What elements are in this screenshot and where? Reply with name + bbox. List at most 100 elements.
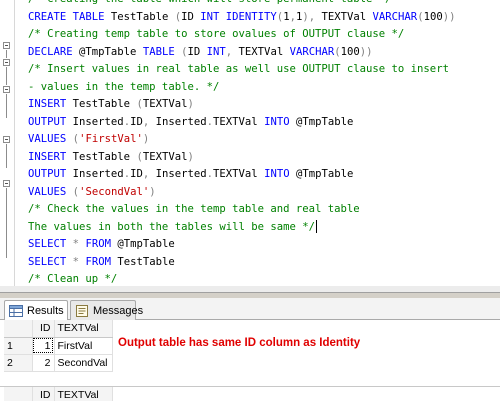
tab-messages[interactable]: Messages <box>70 300 143 320</box>
code-token: TEXTVal <box>213 115 265 128</box>
column-header[interactable]: ID <box>32 320 55 338</box>
code-token: VARCHAR <box>372 10 418 23</box>
tab-results[interactable]: Results <box>4 300 68 321</box>
cell-textval[interactable]: SecondVal <box>54 354 113 372</box>
code-token: ), <box>302 10 316 23</box>
results-grid-2[interactable]: ID TEXTVal <box>4 387 113 401</box>
row-header-corner[interactable] <box>4 387 33 401</box>
code-token: 100 <box>423 10 443 23</box>
code-line[interactable]: CREATE TABLE TestTable (ID INT IDENTITY(… <box>28 9 500 27</box>
code-token: INSERT <box>28 150 67 163</box>
collapse-region-icon[interactable] <box>3 180 10 187</box>
cell-id[interactable]: 1 <box>32 337 55 355</box>
outline-line <box>6 144 7 168</box>
results-tabstrip: Results Messages <box>0 298 500 321</box>
collapse-region-icon[interactable] <box>3 42 10 49</box>
grid-header-row: ID TEXTVal <box>4 320 113 338</box>
outline-line <box>6 50 7 58</box>
table-row[interactable]: 1 1 FirstVal <box>4 337 113 355</box>
cell-textval[interactable]: FirstVal <box>54 337 113 355</box>
code-token: INTO <box>264 115 290 128</box>
tab-results-label: Results <box>27 305 64 317</box>
code-token: @TmpTable <box>72 45 143 58</box>
code-token: 'FirstVal' <box>79 133 143 145</box>
code-line[interactable]: DECLARE @TmpTable TABLE (ID INT, TEXTVal… <box>28 44 500 62</box>
grid-header-row: ID TEXTVal <box>4 387 113 401</box>
column-header[interactable]: TEXTVal <box>54 387 113 401</box>
code-token: /* Creating the table which will store p… <box>28 0 392 5</box>
code-line[interactable]: INSERT TestTable (TEXTVal) <box>28 96 500 114</box>
code-line[interactable]: OUTPUT Inserted.ID, Inserted.TEXTVal INT… <box>28 166 500 184</box>
code-lines: /* Creating the table which will store p… <box>28 0 500 292</box>
code-line[interactable]: The values in both the tables will be sa… <box>28 219 500 237</box>
code-token: FROM <box>85 255 111 268</box>
code-token: The values in both the tables will be sa… <box>28 220 316 233</box>
query-editor[interactable]: /* Creating the table which will store p… <box>0 0 500 292</box>
code-line[interactable]: OUTPUT Inserted.ID, Inserted.TEXTVal INT… <box>28 114 500 132</box>
grid-icon <box>9 305 23 317</box>
code-token: ID <box>187 45 207 58</box>
code-token: OUTPUT <box>28 168 67 180</box>
code-token: Inserted <box>66 115 124 128</box>
outline-line <box>6 94 7 118</box>
code-line[interactable]: SELECT * FROM TestTable <box>28 254 500 272</box>
code-token: FROM <box>85 238 111 250</box>
code-line[interactable]: /* Insert values in real table as well u… <box>28 61 500 79</box>
cell-id[interactable]: 2 <box>32 354 55 372</box>
code-token: TABLE <box>142 45 175 58</box>
code-token: )) <box>442 10 456 23</box>
editor-gutter <box>0 0 15 292</box>
code-token: SELECT <box>28 238 67 250</box>
results-grid-2-container: ID TEXTVal <box>0 386 500 401</box>
row-number[interactable]: 2 <box>4 354 33 372</box>
collapse-region-icon[interactable] <box>3 136 10 143</box>
code-token: ) <box>142 133 150 145</box>
code-token: VARCHAR <box>289 45 335 58</box>
code-token: @TmpTable <box>110 238 175 250</box>
column-header[interactable]: TEXTVal <box>54 320 113 338</box>
collapse-region-icon[interactable] <box>3 59 10 66</box>
code-token: TestTable <box>66 150 137 163</box>
code-token: INT <box>206 45 226 58</box>
code-line[interactable]: /* Check the values in the temp table an… <box>28 201 500 219</box>
code-token: INTO <box>264 168 290 180</box>
code-line[interactable]: VALUES ('SecondVal') <box>28 184 500 202</box>
messages-icon <box>76 304 88 317</box>
code-token: ) <box>149 185 156 198</box>
collapse-region-icon[interactable] <box>3 86 10 93</box>
results-pane: ID TEXTVal 1 1 FirstVal 2 2 SecondVal Ou… <box>0 320 500 401</box>
code-token: )) <box>359 45 373 58</box>
code-token: TEXTVal <box>213 168 265 180</box>
code-line[interactable]: /* Creating temp table to store ovalues … <box>28 26 500 44</box>
code-token: ID <box>181 10 201 23</box>
code-token: Inserted <box>149 115 207 128</box>
code-token: ) <box>187 150 194 163</box>
outline-line <box>6 188 7 258</box>
code-token: CREATE TABLE <box>28 10 105 23</box>
code-token: TEXTVal <box>232 45 290 58</box>
code-token: @TmpTable <box>289 115 354 128</box>
text-cursor <box>316 220 318 233</box>
code-token: TEXTVal <box>142 150 188 163</box>
code-line[interactable]: /* Creating the table which will store p… <box>28 0 500 9</box>
code-line[interactable]: INSERT TestTable (TEXTVal) <box>28 149 500 167</box>
outline-line <box>6 67 7 85</box>
code-token: /* Check the values in the temp table an… <box>28 203 360 215</box>
code-line[interactable]: SELECT * FROM @TmpTable <box>28 236 500 254</box>
results-grid-1[interactable]: ID TEXTVal 1 1 FirstVal 2 2 SecondVal <box>4 320 113 372</box>
table-row[interactable]: 2 2 SecondVal <box>4 354 113 372</box>
code-token: TestTable <box>66 98 137 110</box>
column-header[interactable]: ID <box>32 387 55 401</box>
row-header-corner[interactable] <box>4 320 33 338</box>
code-token: ID <box>130 115 143 128</box>
code-token: /* Clean up */ <box>28 273 118 285</box>
code-line[interactable]: - values in the temp table. */ <box>28 79 500 97</box>
code-token: - values in the temp table. */ <box>28 80 220 93</box>
code-token: TEXTVal <box>315 10 373 23</box>
code-token: SELECT <box>28 255 67 268</box>
code-line[interactable]: VALUES ('FirstVal') <box>28 131 500 149</box>
row-number[interactable]: 1 <box>4 337 33 355</box>
tab-messages-label: Messages <box>93 304 144 317</box>
code-token: Inserted <box>66 168 124 180</box>
code-token: OUTPUT <box>28 115 67 128</box>
